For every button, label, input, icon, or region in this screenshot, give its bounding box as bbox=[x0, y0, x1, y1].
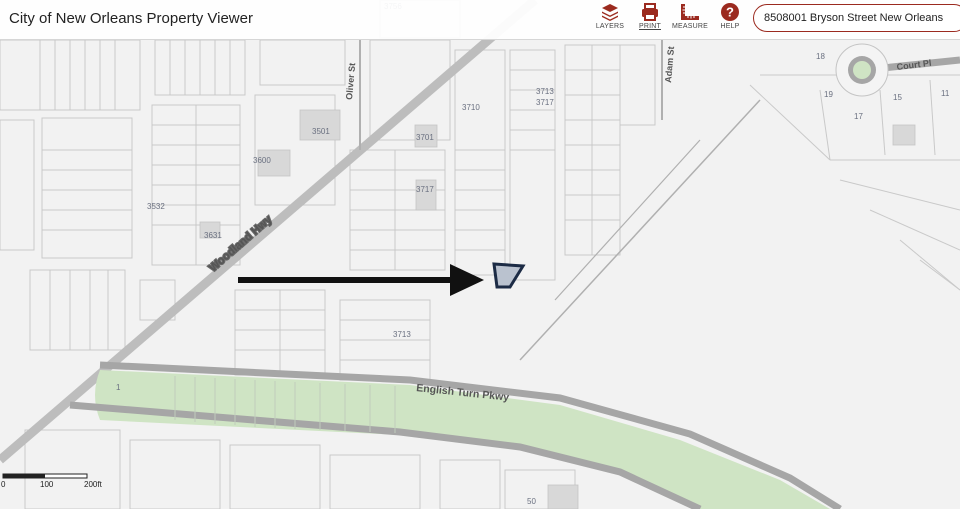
help-button[interactable]: ? HELP bbox=[708, 2, 752, 30]
print-label: PRINT bbox=[639, 23, 661, 30]
svg-text:?: ? bbox=[726, 5, 734, 20]
measure-label: MEASURE bbox=[671, 23, 709, 30]
lot-number: 3532 bbox=[147, 202, 165, 211]
lot-number: 3717 bbox=[416, 185, 434, 194]
help-label: HELP bbox=[720, 23, 740, 30]
address-search-input[interactable] bbox=[753, 4, 960, 32]
measure-button[interactable]: MEASURE bbox=[668, 2, 712, 30]
lot-number: 3713 bbox=[536, 87, 554, 96]
scale-bar-label: 0 bbox=[1, 480, 6, 489]
scale-bar-label: 100 bbox=[40, 480, 54, 489]
lot-number: 3501 bbox=[312, 127, 330, 136]
lot-number: 18 bbox=[816, 52, 825, 61]
ruler-icon bbox=[681, 4, 699, 20]
lot-number: 17 bbox=[854, 112, 863, 121]
lot-number: 1 bbox=[116, 383, 121, 392]
lot-number: 15 bbox=[893, 93, 902, 102]
lot-number: 50 bbox=[527, 497, 536, 506]
lot-number: 3631 bbox=[204, 231, 222, 240]
printer-icon bbox=[642, 3, 658, 21]
map-canvas[interactable]: Woodland Hwy Oliver St Adam St English T… bbox=[0, 0, 960, 509]
lot-number: 3713 bbox=[393, 330, 411, 339]
lot-number: 3717 bbox=[536, 98, 554, 107]
layers-button[interactable]: LAYERS bbox=[588, 2, 632, 30]
app-title: City of New Orleans Property Viewer bbox=[9, 10, 253, 27]
layers-label: LAYERS bbox=[595, 23, 625, 30]
help-icon: ? bbox=[721, 3, 739, 21]
lot-number: 19 bbox=[824, 90, 833, 99]
lot-number: 3600 bbox=[253, 156, 271, 165]
layers-icon bbox=[602, 4, 618, 21]
print-button[interactable]: PRINT bbox=[628, 2, 672, 30]
lot-number: 3701 bbox=[416, 133, 434, 142]
scale-bar-label: 200ft bbox=[84, 480, 103, 489]
lot-number: 3710 bbox=[462, 103, 480, 112]
lot-number: 11 bbox=[941, 89, 950, 98]
top-toolbar: City of New Orleans Property Viewer LAYE… bbox=[0, 0, 960, 40]
